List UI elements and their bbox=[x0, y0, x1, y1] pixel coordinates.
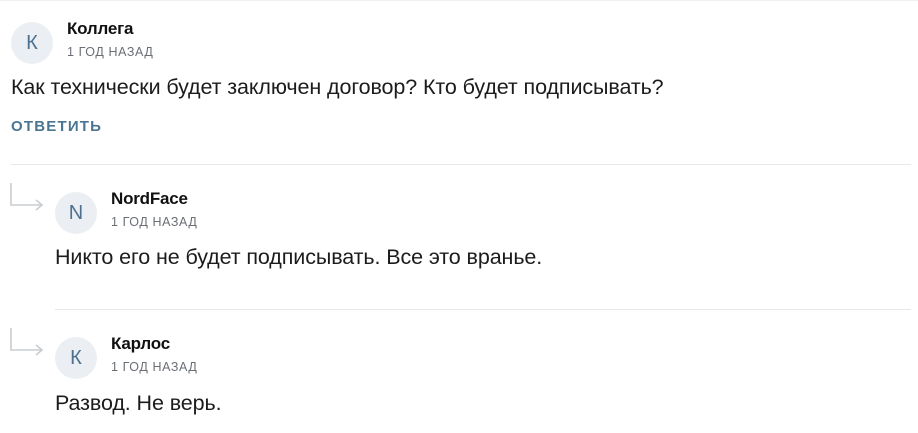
avatar: К bbox=[55, 337, 97, 379]
comment-time: 1 ГОД НАЗАД bbox=[111, 360, 198, 374]
comment-time: 1 ГОД НАЗАД bbox=[111, 215, 198, 229]
comment-text: Как технически будет заключен договор? К… bbox=[11, 75, 664, 99]
comment-author[interactable]: Коллега bbox=[67, 19, 134, 39]
divider bbox=[55, 309, 911, 310]
reply-arrow-icon bbox=[10, 183, 44, 211]
reply-button[interactable]: ОТВЕТИТЬ bbox=[11, 118, 102, 135]
comment-author[interactable]: Карлос bbox=[111, 334, 170, 354]
avatar: N bbox=[55, 192, 97, 234]
comment-author[interactable]: NordFace bbox=[111, 189, 188, 209]
comment-text: Развод. Не верь. bbox=[55, 391, 222, 415]
divider bbox=[11, 164, 911, 165]
comments-section: К Коллега 1 ГОД НАЗАД Как технически буд… bbox=[0, 0, 918, 433]
comment-time: 1 ГОД НАЗАД bbox=[67, 45, 154, 59]
top-border bbox=[0, 0, 918, 1]
reply-arrow-icon bbox=[10, 328, 44, 356]
comment-text: Никто его не будет подписывать. Все это … bbox=[55, 245, 543, 269]
avatar: К bbox=[11, 22, 53, 64]
